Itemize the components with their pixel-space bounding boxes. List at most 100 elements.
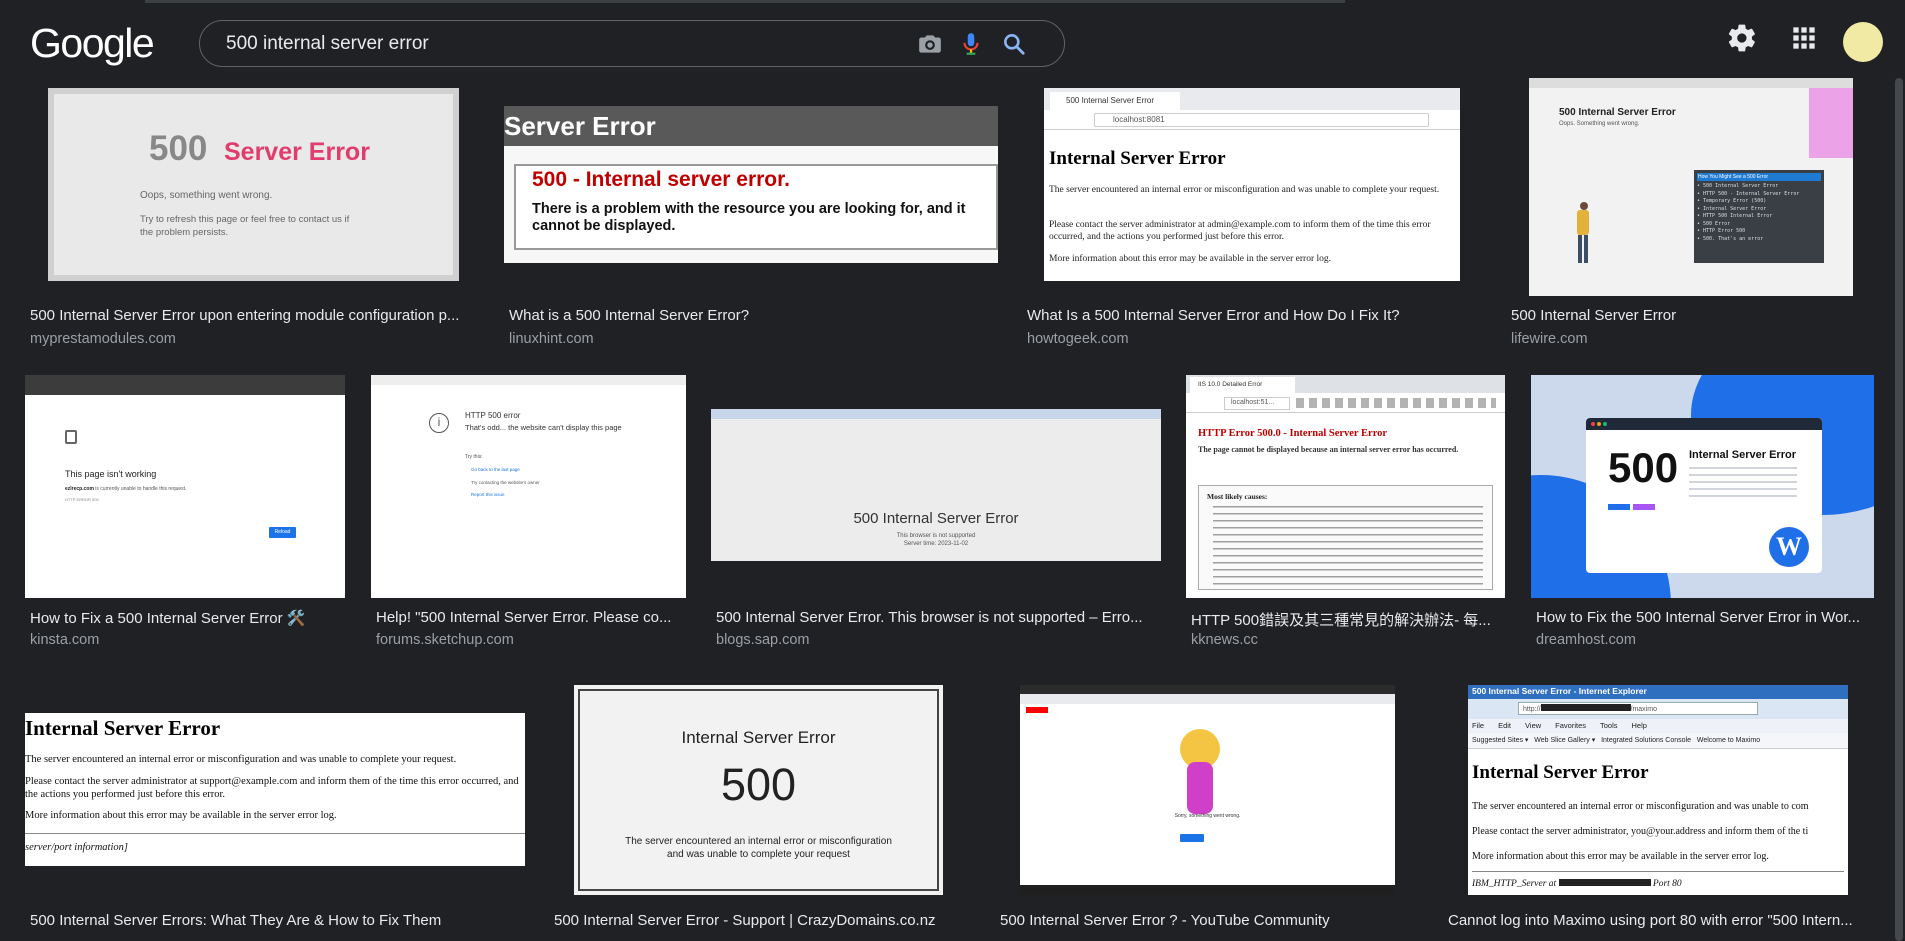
result-card[interactable]: 500 Internal Server Error localhost:8081… [1023, 78, 1483, 353]
result-card[interactable]: Internal Server Error The server encount… [25, 680, 530, 941]
result-title[interactable]: 500 Internal Server Error ? - YouTube Co… [1000, 912, 1410, 929]
thumb-text: • HTTP 500 Internal Error [1697, 213, 1773, 219]
result-thumbnail[interactable]: 500 Server Error Oops, something went wr… [48, 88, 459, 281]
wordpress-icon: W [1769, 527, 1809, 567]
result-source[interactable]: linuxhint.com [509, 331, 594, 347]
result-thumbnail[interactable]: Sorry, something went wrong. [1020, 685, 1395, 895]
image-results-grid: 500 Server Error Oops, something went wr… [0, 0, 1905, 941]
scrollbar-thumb[interactable] [1895, 78, 1903, 941]
thumb-text: Please contact the server administrator … [25, 776, 519, 800]
result-title[interactable]: How to Fix a 500 Internal Server Error 🛠… [30, 609, 350, 627]
result-thumbnail[interactable]: 500 Internal Server Error localhost:8081… [1044, 88, 1460, 281]
result-card[interactable]: 500 Internal Server Error This browser i… [711, 375, 1166, 655]
thumb-text: HTTP 500 error [465, 411, 521, 420]
result-card[interactable]: i HTTP 500 error That's odd... the websi… [371, 375, 691, 655]
result-card[interactable]: This page isn't working ezlrecp.com is c… [25, 375, 355, 655]
thumb-text: Report this issue [471, 492, 505, 497]
result-title[interactable]: What Is a 500 Internal Server Error and … [1027, 307, 1477, 324]
thumb-text: Tools [1600, 721, 1618, 730]
result-title[interactable]: 500 Internal Server Error upon entering … [30, 307, 470, 324]
result-title[interactable]: How to Fix the 500 Internal Server Error… [1536, 609, 1876, 626]
thumb-text: IBM_HTTP_Server at [1472, 879, 1557, 889]
thumb-text: the problem persists. [140, 227, 229, 238]
result-title[interactable]: 500 Internal Server Error - Support | Cr… [554, 912, 964, 929]
vertical-scrollbar[interactable] [1893, 78, 1905, 941]
result-title[interactable]: HTTP 500錯誤及其三種常見的解決辦法- 每... [1191, 609, 1501, 630]
thumb-text: More information about this error may be… [25, 810, 337, 821]
search-input[interactable] [226, 31, 866, 57]
result-thumbnail[interactable]: 500 Internal Server Error This browser i… [711, 409, 1161, 561]
thumb-text: The server encountered an internal error… [1049, 185, 1440, 195]
search-box[interactable] [199, 20, 1065, 67]
thumb-text: Suggested Sites [1472, 737, 1523, 744]
thumb-text: Internal Server Error [1689, 449, 1796, 461]
result-thumbnail[interactable]: IIS 10.0 Detailed Error localhost:51... … [1186, 375, 1505, 598]
result-card[interactable]: Internal Server Error 500 The server enc… [549, 680, 969, 941]
result-card[interactable]: 500 Server Error Oops, something went wr… [25, 78, 470, 353]
result-title[interactable]: What is a 500 Internal Server Error? [509, 307, 989, 324]
thumb-text: • 500. That's an error [1697, 235, 1764, 242]
thumb-text: Server Error [504, 111, 656, 141]
thumb-text: Try to refresh this page or feel free to… [140, 214, 350, 225]
result-card[interactable]: IIS 10.0 Detailed Error localhost:51... … [1186, 375, 1506, 655]
thumb-text: Integrated Solutions Console [1601, 737, 1691, 744]
result-title[interactable]: 500 Internal Server Error [1511, 307, 1871, 324]
result-source[interactable]: kinsta.com [30, 632, 99, 648]
account-avatar[interactable] [1843, 22, 1883, 62]
result-thumbnail[interactable]: This page isn't working ezlrecp.com is c… [25, 375, 345, 598]
result-source[interactable]: lifewire.com [1511, 331, 1588, 347]
result-thumbnail[interactable]: Internal Server Error The server encount… [25, 713, 525, 866]
result-card[interactable]: Server Error 500 - Internal server error… [504, 78, 1000, 353]
microphone-icon[interactable] [958, 31, 984, 57]
thumb-text: There is a problem with the resource you… [532, 201, 966, 234]
thumb-text: Internal Server Error [25, 716, 221, 740]
result-source[interactable]: howtogeek.com [1027, 331, 1129, 347]
thumb-text: How You Might See a 500 Error [1697, 173, 1821, 181]
result-thumbnail[interactable]: Internal Server Error 500 The server enc… [574, 685, 943, 895]
search-icon[interactable] [1001, 31, 1027, 57]
thumb-text: Welcome to Maximo [1696, 737, 1761, 744]
result-card[interactable]: 500 Internal Server Error - Internet Exp… [1443, 680, 1883, 941]
apps-grid-icon[interactable] [1788, 22, 1820, 54]
result-source[interactable]: blogs.sap.com [716, 632, 810, 648]
result-source[interactable]: forums.sketchup.com [376, 632, 514, 648]
settings-gear-icon[interactable] [1726, 22, 1758, 54]
thumb-text: localhost:51... [1224, 397, 1290, 410]
result-card[interactable]: 500 Internal Server Error Oops. Somethin… [1508, 78, 1878, 353]
result-card[interactable]: Sorry, something went wrong. 500 Interna… [995, 680, 1415, 941]
tab-strip-edge [145, 0, 1345, 3]
result-title[interactable]: Cannot log into Maximo using port 80 wit… [1448, 912, 1873, 929]
result-thumbnail[interactable]: 500 Internal Server Error - Internet Exp… [1468, 685, 1848, 895]
result-thumbnail[interactable]: i HTTP 500 error That's odd... the websi… [371, 375, 686, 598]
thumb-text: localhost:8081 [1094, 113, 1429, 127]
result-thumbnail[interactable]: 500 Internal Server Error Oops. Somethin… [1529, 78, 1853, 296]
result-card[interactable]: 500 Internal Server Error W How to Fix t… [1531, 375, 1881, 655]
thumb-text: The server encountered an internal error… [25, 754, 457, 765]
thumb-text: Web Slice Gallery [1534, 737, 1590, 744]
result-thumbnail[interactable]: Server Error 500 - Internal server error… [504, 106, 998, 263]
result-title[interactable]: 500 Internal Server Error. This browser … [716, 609, 1161, 626]
result-thumbnail[interactable]: 500 Internal Server Error W [1531, 375, 1874, 598]
thumb-text: Edit [1498, 721, 1512, 730]
google-logo[interactable]: Google [30, 20, 155, 67]
header-bar: Google [0, 0, 1905, 78]
thumb-text: Try this: [465, 454, 483, 460]
result-title[interactable]: 500 Internal Server Errors: What They Ar… [30, 912, 525, 929]
thumb-text: This browser is not supported [896, 533, 976, 539]
thumb-text: Go back to the last page [471, 467, 520, 472]
camera-icon[interactable] [917, 31, 943, 57]
result-source[interactable]: dreamhost.com [1536, 632, 1636, 648]
result-source[interactable]: kknews.cc [1191, 632, 1258, 648]
thumb-text: server/port information] [25, 842, 128, 853]
thumb-text: • Temporary Error (500) [1697, 198, 1767, 204]
thumb-text: Internal Server Error [681, 728, 836, 747]
thumb-text: Oops, something went wrong. [140, 190, 273, 201]
thumb-text: Most likely causes: [1207, 492, 1268, 501]
thumb-text: 500 [720, 759, 797, 810]
thumb-text: 500 Internal Server Error [1559, 107, 1676, 118]
thumb-text: • 500 Internal Server Error [1697, 183, 1779, 189]
thumb-text: That's odd... the website can't display … [465, 423, 622, 432]
result-title[interactable]: Help! "500 Internal Server Error. Please… [376, 609, 686, 626]
result-source[interactable]: myprestamodules.com [30, 331, 176, 347]
thumb-text: • Internal Server Error [1697, 205, 1767, 212]
